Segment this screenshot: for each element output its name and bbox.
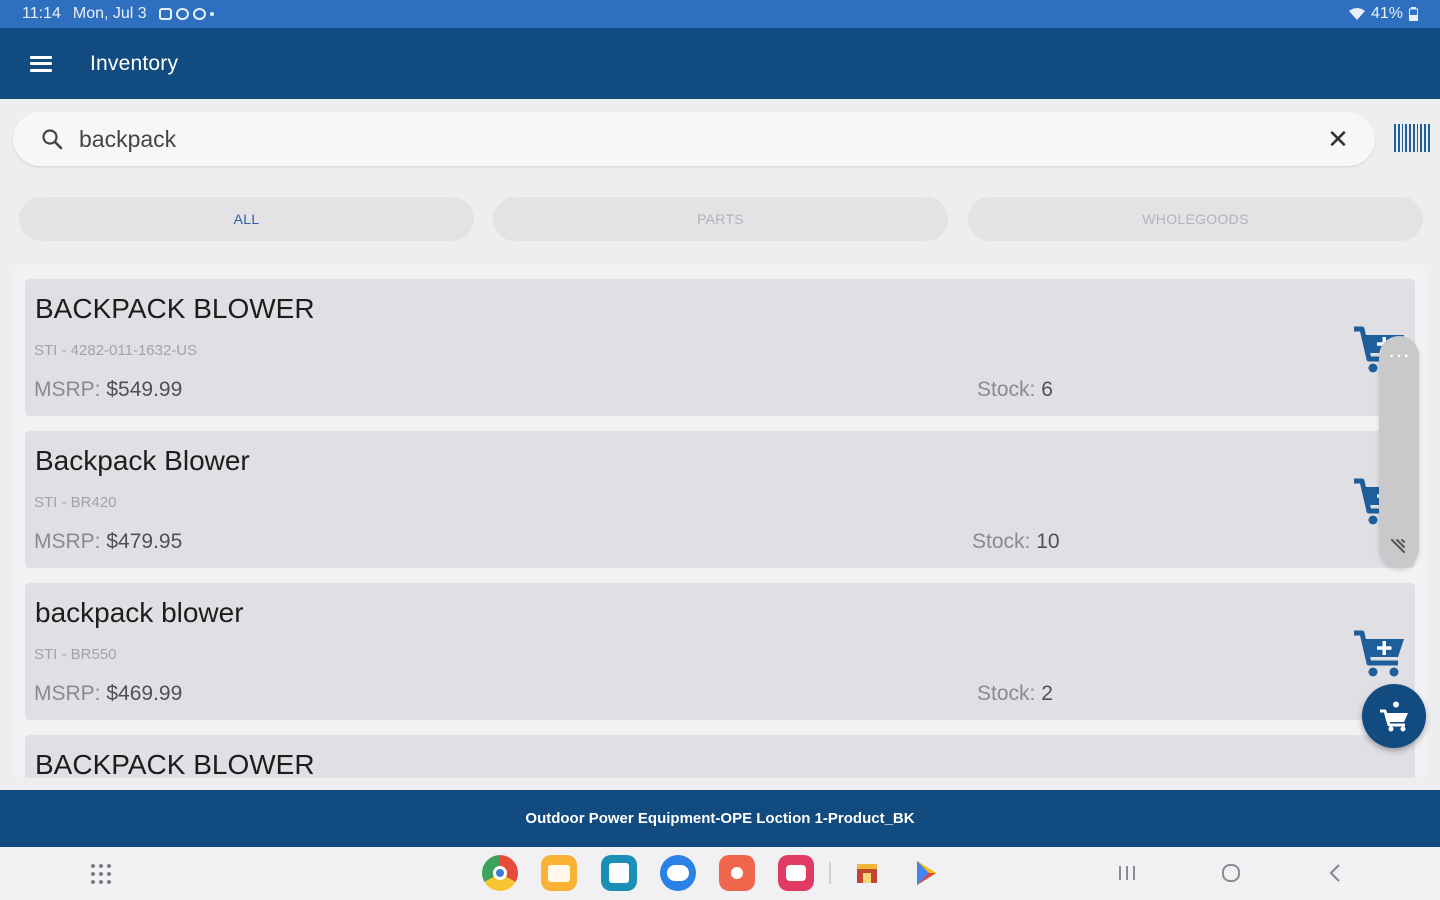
product-name: backpack blower — [35, 597, 244, 628]
notification-icons — [158, 8, 214, 20]
calendar-icon[interactable] — [601, 855, 637, 891]
store-icon[interactable] — [849, 855, 885, 891]
battery-icon — [1409, 7, 1418, 21]
system-navigation-bar — [0, 847, 1440, 900]
app-drawer-icon[interactable] — [91, 864, 111, 884]
tab-wholegoods[interactable]: WHOLEGOODS — [968, 197, 1423, 241]
product-sku: STI - 4282-011-1632-US — [34, 342, 198, 359]
add-to-cart-icon[interactable] — [1352, 629, 1406, 677]
product-name: Backpack Blower — [35, 445, 250, 476]
chrome-icon[interactable] — [482, 855, 518, 891]
product-stock: Stock: 6 — [977, 378, 1053, 401]
product-msrp: MSRP: $479.95 — [34, 530, 183, 553]
list-item[interactable]: BACKPACK BLOWER STI - 4282-011-1632-US M… — [25, 279, 1415, 416]
location-footer: Outdoor Power Equipment-OPE Loction 1-Pr… — [0, 790, 1440, 847]
product-name: BACKPACK BLOWER — [35, 749, 315, 778]
app-bar: Inventory — [0, 28, 1440, 99]
page-title: Inventory — [90, 51, 179, 75]
more-options-icon[interactable]: ··· — [1388, 342, 1410, 368]
play-store-icon[interactable] — [908, 855, 944, 891]
product-msrp: MSRP: $549.99 — [34, 378, 183, 401]
product-sku: STI - BR420 — [34, 494, 117, 511]
dock-separator — [829, 862, 831, 884]
list-item[interactable]: backpack blower STI - BR550 MSRP: $469.9… — [25, 583, 1415, 720]
scroll-thumb[interactable]: ··· — [1379, 336, 1419, 568]
home-button[interactable] — [1216, 859, 1246, 887]
wifi-icon — [1348, 8, 1365, 20]
product-sku: STI - BR550 — [34, 646, 117, 663]
back-button[interactable] — [1320, 859, 1350, 887]
battery-level: 41% — [1370, 5, 1403, 22]
search-bar: ✕ — [13, 112, 1375, 166]
menu-icon[interactable] — [30, 55, 52, 72]
barcode-icon[interactable] — [1394, 124, 1430, 152]
more-notifications-icon — [209, 12, 214, 16]
status-time: 11:14 — [22, 5, 61, 22]
messages-icon[interactable] — [660, 855, 696, 891]
product-name: BACKPACK BLOWER — [35, 293, 315, 324]
resize-handle-icon[interactable] — [1389, 536, 1409, 556]
search-icon — [42, 129, 63, 150]
product-stock: Stock: 2 — [977, 682, 1053, 705]
sync-icon — [175, 8, 189, 20]
status-date: Mon, Jul 3 — [72, 5, 147, 22]
cart-fab-button[interactable] — [1362, 684, 1426, 748]
close-icon[interactable]: ✕ — [1325, 124, 1351, 155]
recent-apps-button[interactable] — [1112, 859, 1142, 887]
search-input[interactable] — [79, 119, 1325, 159]
status-bar: 11:14 Mon, Jul 3 41% — [0, 0, 1440, 28]
files-icon[interactable] — [541, 855, 577, 891]
list-item[interactable]: Backpack Blower STI - BR420 MSRP: $479.9… — [25, 431, 1415, 568]
cart-icon — [1380, 701, 1408, 732]
list-item[interactable]: BACKPACK BLOWER — [25, 735, 1415, 778]
tab-all[interactable]: ALL — [19, 197, 474, 241]
location-text: Outdoor Power Equipment-OPE Loction 1-Pr… — [525, 810, 915, 827]
contacts-icon[interactable] — [719, 855, 755, 891]
camera-icon[interactable] — [778, 855, 814, 891]
tab-parts[interactable]: PARTS — [493, 197, 948, 241]
gallery-icon — [158, 8, 172, 20]
settings-icon — [192, 8, 206, 20]
product-msrp: MSRP: $469.99 — [34, 682, 183, 705]
product-list: BACKPACK BLOWER STI - 4282-011-1632-US M… — [13, 264, 1427, 778]
product-stock: Stock: 10 — [972, 530, 1060, 553]
